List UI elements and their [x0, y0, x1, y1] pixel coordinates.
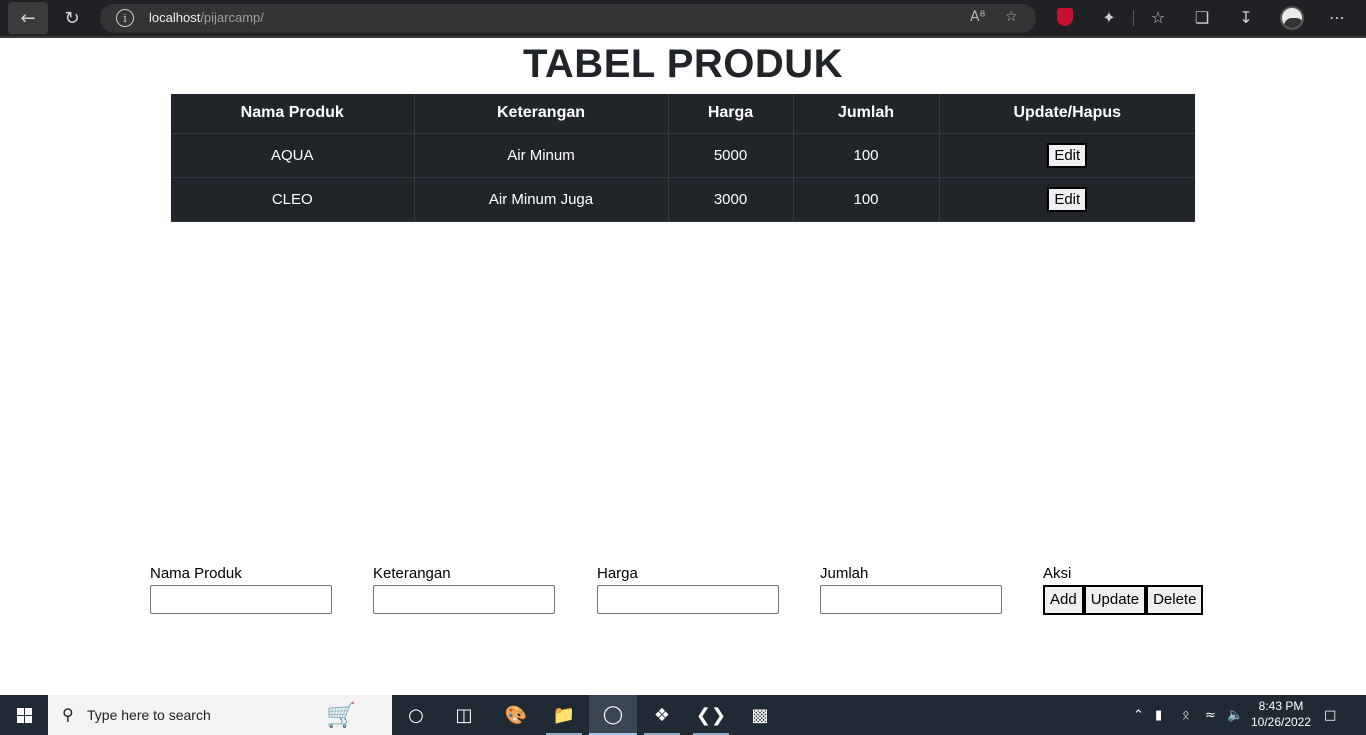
edit-button[interactable]: Edit	[1047, 186, 1088, 212]
ublock-extension-icon[interactable]	[1057, 8, 1073, 26]
aksi-buttons: Add Update Delete	[1043, 585, 1204, 615]
delete-button[interactable]: Delete	[1146, 585, 1204, 615]
search-placeholder: Type here to search	[87, 707, 211, 723]
shopping-cart-icon: 🛒	[326, 701, 356, 729]
cell-harga: 5000	[668, 133, 794, 178]
windows-logo-icon	[16, 707, 32, 723]
keterangan-label: Keterangan	[373, 565, 451, 582]
extensions-icon[interactable]: ✦	[1098, 8, 1120, 27]
cell-action: Edit	[939, 133, 1195, 178]
jumlah-input[interactable]	[820, 585, 1002, 614]
address-bar[interactable]: i localhost/pijarcamp/ A⁸ ☆	[100, 4, 1036, 33]
cell-nama: CLEO	[171, 177, 415, 222]
cell-jumlah: 100	[793, 177, 940, 222]
update-button[interactable]: Update	[1083, 585, 1147, 615]
collections-icon[interactable]: ❏	[1191, 8, 1213, 27]
system-clock[interactable]: 8:43 PM 10/26/2022	[1250, 698, 1312, 730]
nama-produk-label: Nama Produk	[150, 565, 242, 582]
cell-nama: AQUA	[171, 133, 415, 178]
url-text: localhost/pijarcamp/	[149, 10, 264, 25]
cell-keterangan: Air Minum Juga	[414, 177, 669, 222]
header-keterangan: Keterangan	[414, 94, 669, 134]
task-view-icon[interactable]: ◫	[440, 695, 488, 735]
keterangan-input[interactable]	[373, 585, 555, 614]
nama-produk-input[interactable]	[150, 585, 332, 614]
downloads-icon[interactable]: ↧	[1235, 8, 1257, 27]
search-icon: ⚲	[62, 705, 74, 724]
nama-produk-group: Nama Produk	[150, 565, 332, 614]
favorites-icon[interactable]: ☆	[1147, 8, 1169, 27]
paint-app-icon[interactable]: 🎨	[492, 695, 540, 735]
aksi-group: Aksi Add Update Delete	[1043, 565, 1204, 615]
more-menu-icon[interactable]: ⋯	[1326, 8, 1348, 27]
start-button[interactable]	[0, 695, 48, 735]
toolbar-divider	[1133, 10, 1134, 26]
keterangan-group: Keterangan	[373, 565, 555, 614]
show-hidden-icons[interactable]: ⌃	[1133, 695, 1144, 735]
cortana-icon[interactable]: ○	[392, 695, 440, 735]
taskbar-search-box[interactable]: ⚲ Type here to search 🛒	[48, 695, 392, 735]
cell-harga: 3000	[668, 177, 794, 222]
harga-input[interactable]	[597, 585, 779, 614]
winrar-icon[interactable]: ▩	[736, 695, 784, 735]
back-arrow-icon[interactable]: ←	[8, 2, 48, 34]
add-button[interactable]: Add	[1043, 585, 1084, 615]
bluetooth-icon[interactable]: ᛟ	[1182, 695, 1190, 735]
header-update-hapus: Update/Hapus	[939, 94, 1195, 134]
header-jumlah: Jumlah	[793, 94, 940, 134]
table-row: AQUA Air Minum 5000 100 Edit	[171, 133, 1195, 178]
info-icon[interactable]: i	[116, 9, 134, 27]
edge-browser-icon[interactable]: ◯	[589, 695, 637, 735]
clock-date: 10/26/2022	[1250, 715, 1312, 729]
xampp-icon[interactable]: ❖	[638, 695, 686, 735]
page-title: TABEL PRODUK	[522, 42, 844, 86]
file-explorer-icon[interactable]: 📁	[540, 695, 588, 735]
cell-jumlah: 100	[793, 133, 940, 178]
clock-time: 8:43 PM	[1258, 699, 1304, 713]
product-table: Nama Produk Keterangan Harga Jumlah Upda…	[171, 94, 1195, 222]
profile-avatar[interactable]	[1280, 6, 1304, 30]
cell-action: Edit	[939, 177, 1195, 222]
aksi-label: Aksi	[1043, 565, 1072, 582]
harga-group: Harga	[597, 565, 779, 614]
harga-label: Harga	[597, 565, 638, 582]
battery-icon[interactable]: ▮	[1155, 695, 1162, 735]
wifi-icon[interactable]: ≈	[1205, 695, 1216, 735]
page-content: TABEL PRODUK Nama Produk Keterangan Harg…	[0, 38, 1366, 695]
notification-center-icon[interactable]: □	[1324, 695, 1336, 735]
read-aloud-icon[interactable]: A⁸	[970, 9, 985, 25]
table-row: CLEO Air Minum Juga 3000 100 Edit	[171, 177, 1195, 222]
volume-icon[interactable]: 🔈	[1227, 695, 1243, 735]
header-harga: Harga	[668, 94, 794, 134]
jumlah-group: Jumlah	[820, 565, 1002, 614]
edit-button[interactable]: Edit	[1047, 142, 1088, 168]
browser-toolbar: ← ↻ i localhost/pijarcamp/ A⁸ ☆ ✦ ☆ ❏ ↧ …	[0, 0, 1366, 38]
vscode-icon[interactable]: ❮❯	[687, 695, 735, 735]
add-favorite-icon[interactable]: ☆	[1005, 9, 1018, 25]
windows-taskbar: ⚲ Type here to search 🛒 ○ ◫ 🎨 📁 ◯ ❖ ❮❯ ▩…	[0, 695, 1366, 735]
reload-icon[interactable]: ↻	[52, 2, 92, 34]
table-header-row: Nama Produk Keterangan Harga Jumlah Upda…	[171, 94, 1195, 134]
cell-keterangan: Air Minum	[414, 133, 669, 178]
jumlah-label: Jumlah	[820, 565, 869, 582]
header-nama-produk: Nama Produk	[171, 94, 415, 134]
